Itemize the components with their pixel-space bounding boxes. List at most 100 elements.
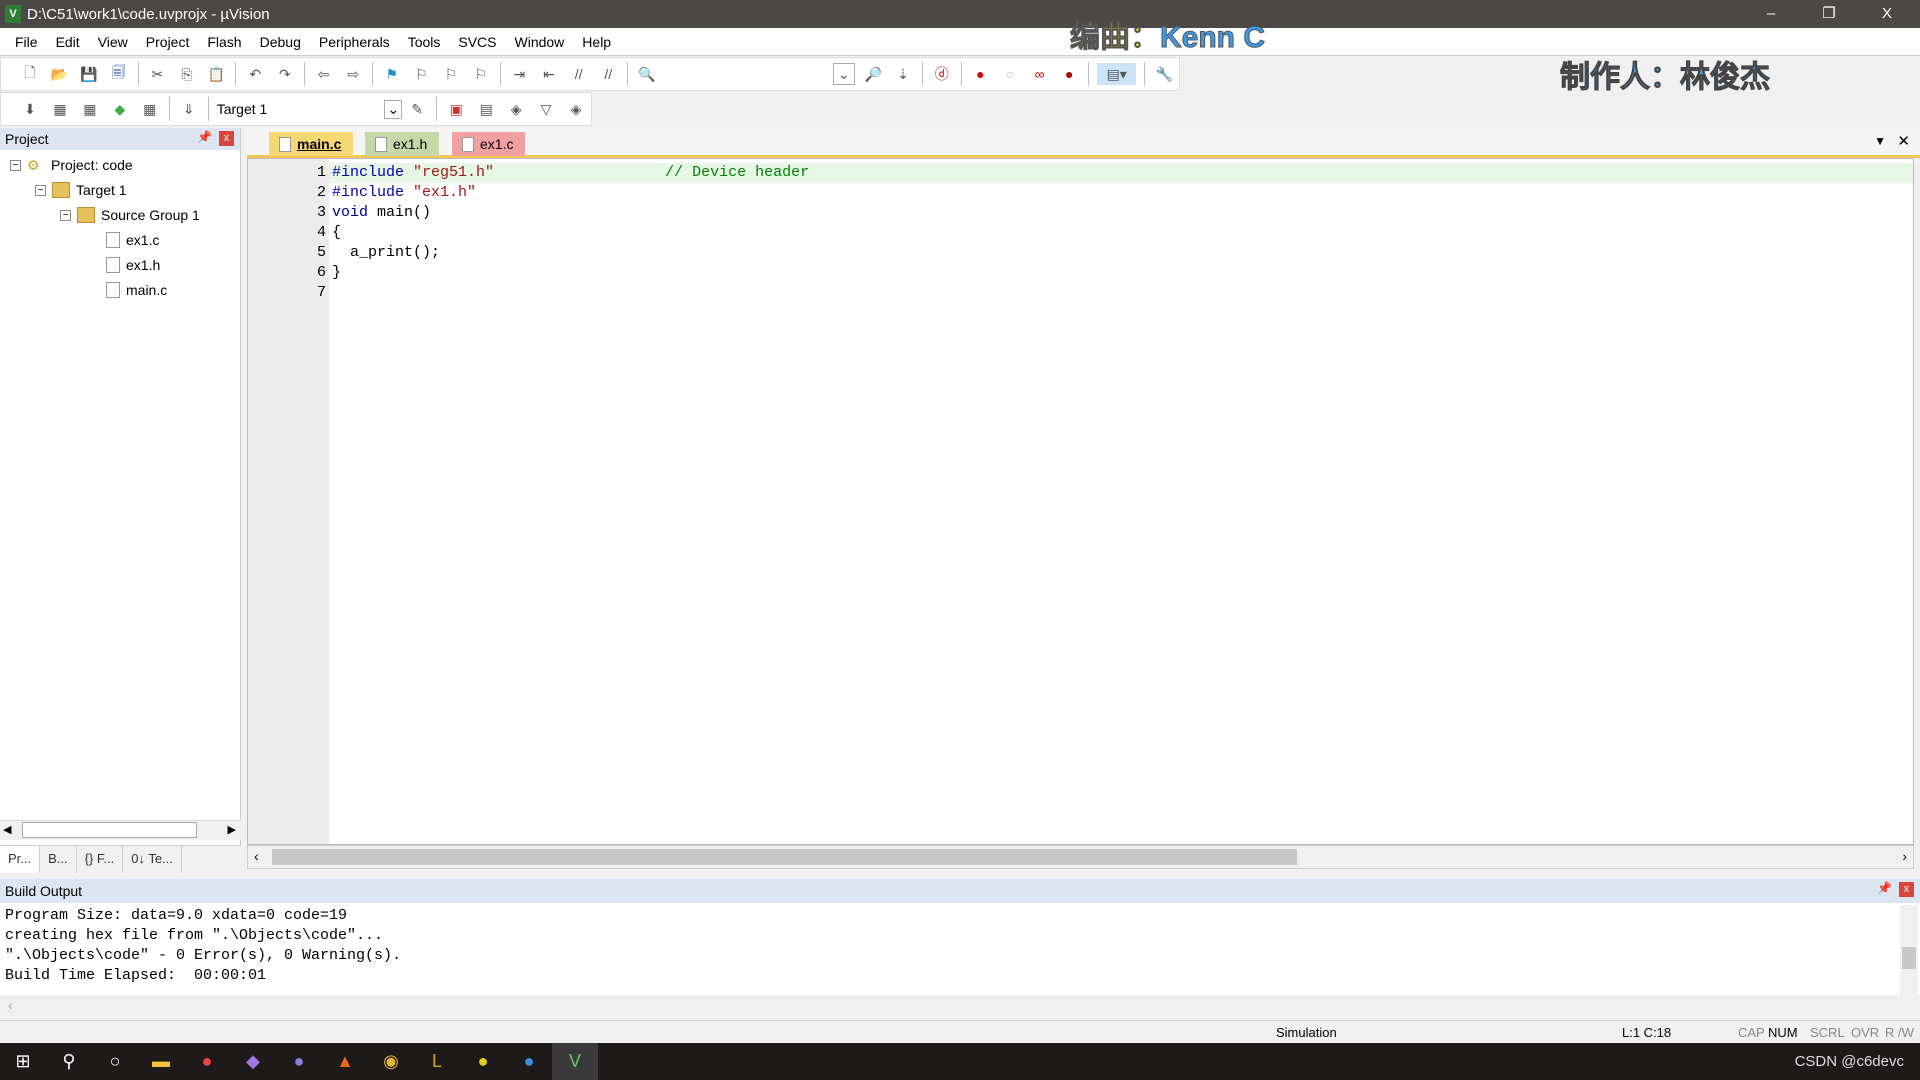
find-dropdown[interactable]: ⌄ — [832, 63, 855, 85]
build-output-panel: Build Output 📌 x Program Size: data=9.0 … — [0, 879, 1920, 1017]
save-icon[interactable]: 💾 — [78, 63, 100, 85]
target-folder-icon — [52, 182, 70, 198]
find-icon[interactable]: 🔎 — [863, 63, 885, 85]
configure-icon[interactable]: 🔧 — [1153, 63, 1175, 85]
app-icon[interactable]: ● — [184, 1043, 230, 1080]
download-icon[interactable]: ⇓ — [178, 98, 200, 120]
build-icon[interactable]: ▦ — [49, 98, 71, 120]
app-icon[interactable]: L — [414, 1043, 460, 1080]
tab-project[interactable]: Pr... — [0, 846, 41, 873]
cut-icon[interactable]: ✂ — [147, 63, 169, 85]
disable-breakpoint-icon[interactable]: ○ — [999, 63, 1021, 85]
forward-icon[interactable]: ⇨ — [342, 63, 364, 85]
editor-hscrollbar[interactable]: ‹ › — [247, 845, 1914, 869]
output-hscrollbar[interactable]: ‹ — [0, 995, 1920, 1017]
indent-icon[interactable]: ⇥ — [509, 63, 531, 85]
next-bookmark-icon[interactable]: ⚐ — [440, 63, 462, 85]
paste-icon[interactable]: 📋 — [206, 63, 228, 85]
translate-icon[interactable]: ⬇ — [19, 98, 41, 120]
uncomment-icon[interactable]: // — [597, 63, 619, 85]
uvision-taskbar-icon[interactable]: V — [552, 1043, 598, 1080]
close-tab-icon[interactable]: ✕ — [1897, 132, 1910, 150]
new-file-icon[interactable]: 🗋 — [19, 63, 41, 85]
tab-list-icon[interactable]: ▼ — [1874, 134, 1886, 148]
redo-icon[interactable]: ↷ — [274, 63, 296, 85]
tree-file[interactable]: main.c — [106, 279, 167, 301]
rebuild-icon[interactable]: ▦ — [79, 98, 101, 120]
comment-icon[interactable]: // — [568, 63, 590, 85]
menu-file[interactable]: File — [6, 34, 47, 50]
open-icon[interactable]: 📂 — [49, 63, 71, 85]
tab-templates[interactable]: 0↓ Te... — [123, 846, 182, 873]
save-all-icon[interactable]: 🗐 — [108, 63, 130, 85]
status-ovr: OVR — [1851, 1025, 1880, 1040]
tab-ex1-h[interactable]: ex1.h — [365, 132, 440, 156]
tree-file[interactable]: ex1.h — [106, 254, 160, 276]
output-vscrollbar[interactable] — [1900, 905, 1918, 995]
tab-main-c[interactable]: main.c — [269, 132, 354, 156]
unindent-icon[interactable]: ⇤ — [538, 63, 560, 85]
menu-help[interactable]: Help — [573, 34, 620, 50]
tab-ex1-c[interactable]: ex1.c — [452, 132, 526, 156]
batch-build-icon[interactable]: ◆ — [109, 98, 131, 120]
stop-build-icon[interactable]: ▦ — [139, 98, 161, 120]
app-icon[interactable]: ● — [460, 1043, 506, 1080]
pack-installer-icon[interactable]: ▽ — [535, 98, 557, 120]
tab-functions[interactable]: {} F... — [77, 846, 124, 873]
find-in-files-icon[interactable]: 🔍 — [636, 63, 658, 85]
pin-icon[interactable]: 📌 — [1877, 881, 1892, 895]
target-options-icon[interactable]: ✎ — [406, 98, 428, 120]
windows-start-icon[interactable]: ⊞ — [0, 1043, 46, 1080]
restore-button[interactable]: ❐ — [1800, 0, 1858, 28]
back-icon[interactable]: ⇦ — [313, 63, 335, 85]
menu-peripherals[interactable]: Peripherals — [310, 34, 399, 50]
tree-project-root[interactable]: − ⚙ Project: code — [10, 154, 133, 176]
prev-bookmark-icon[interactable]: ⚐ — [411, 63, 433, 85]
target-select[interactable]: Target 1 ⌄ — [213, 99, 403, 119]
menu-flash[interactable]: Flash — [198, 34, 250, 50]
file-explorer-icon[interactable]: ▬ — [138, 1043, 184, 1080]
menu-debug[interactable]: Debug — [251, 34, 310, 50]
search-icon[interactable]: ⚲ — [46, 1043, 92, 1080]
menu-view[interactable]: View — [89, 34, 137, 50]
window-layout-icon[interactable]: ▤▾ — [1097, 63, 1137, 85]
app-icon[interactable]: ● — [506, 1043, 552, 1080]
close-panel-icon[interactable]: x — [1899, 882, 1914, 897]
breakpoint-icon[interactable]: ● — [970, 63, 992, 85]
copy-icon[interactable]: ⎘ — [176, 63, 198, 85]
eclipse-icon[interactable]: ● — [276, 1043, 322, 1080]
clear-bookmarks-icon[interactable]: ⚐ — [470, 63, 492, 85]
select-packs-icon[interactable]: ◈ — [505, 98, 527, 120]
manage-components-icon[interactable]: ▣ — [445, 98, 467, 120]
tree-target[interactable]: − Target 1 — [35, 179, 127, 201]
menu-edit[interactable]: Edit — [47, 34, 89, 50]
menu-svcs[interactable]: SVCS — [449, 34, 505, 50]
kill-breakpoints-icon[interactable]: ● — [1058, 63, 1080, 85]
code-editor[interactable]: 1 2 3 4 5 6 7 #include "reg51.h" // Devi… — [247, 158, 1914, 845]
tree-source-group[interactable]: − Source Group 1 — [60, 204, 200, 226]
project-hscrollbar[interactable]: ◀ ▶ — [0, 820, 241, 840]
close-button[interactable]: X — [1858, 0, 1916, 28]
tab-books[interactable]: B... — [40, 846, 77, 873]
menu-window[interactable]: Window — [506, 34, 574, 50]
bookmark-icon[interactable]: ⚑ — [381, 63, 403, 85]
cortana-icon[interactable]: ○ — [92, 1043, 138, 1080]
undo-icon[interactable]: ↶ — [244, 63, 266, 85]
menu-project[interactable]: Project — [137, 34, 199, 50]
pin-icon[interactable]: 📌 — [197, 130, 212, 144]
tree-file[interactable]: ex1.c — [106, 229, 159, 251]
manage-environment-icon[interactable]: ▤ — [475, 98, 497, 120]
chrome-icon[interactable]: ◉ — [368, 1043, 414, 1080]
collapse-icon[interactable]: − — [10, 159, 21, 171]
software-packs-icon[interactable]: ◈ — [565, 98, 587, 120]
incremental-find-icon[interactable]: ⇣ — [892, 63, 914, 85]
collapse-icon[interactable]: − — [35, 184, 46, 196]
disable-all-breakpoints-icon[interactable]: ∞ — [1029, 63, 1051, 85]
visual-studio-icon[interactable]: ◆ — [230, 1043, 276, 1080]
minimize-button[interactable]: – — [1742, 0, 1800, 28]
matlab-icon[interactable]: ▲ — [322, 1043, 368, 1080]
menu-tools[interactable]: Tools — [399, 34, 450, 50]
debug-session-icon[interactable]: ⓓ — [931, 63, 953, 85]
close-panel-icon[interactable]: x — [219, 131, 234, 146]
collapse-icon[interactable]: − — [60, 209, 71, 221]
